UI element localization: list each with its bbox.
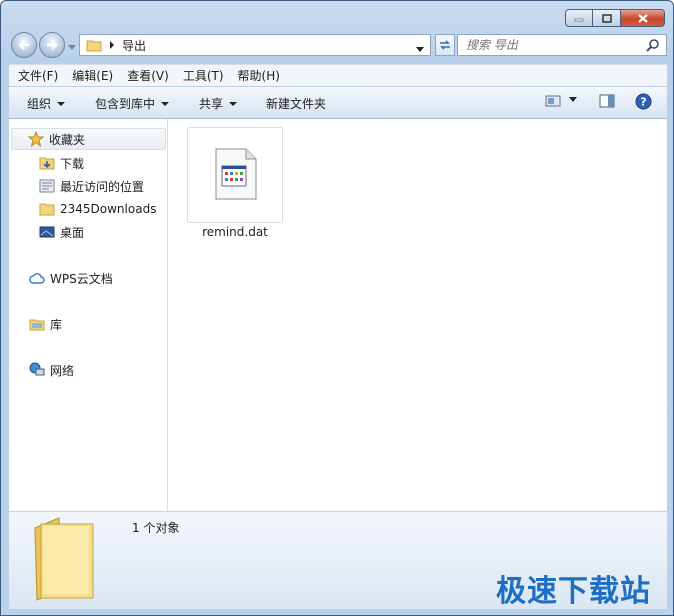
nav-network-label: 网络 — [50, 363, 75, 378]
navigation-pane: 收藏夹 下载 最近访问的位置 2345Downloads 桌面 WPS云文档 库… — [9, 119, 168, 511]
recent-pages-dropdown[interactable] — [68, 40, 76, 54]
star-icon — [28, 131, 44, 147]
share-button[interactable]: 共享 — [199, 95, 238, 112]
search-input[interactable] — [466, 38, 646, 52]
network-icon — [29, 362, 45, 376]
help-button[interactable]: ? — [635, 93, 652, 110]
preview-pane-button[interactable] — [599, 94, 615, 108]
nav-network[interactable]: 网络 — [29, 359, 74, 381]
nav-libraries[interactable]: 库 — [29, 313, 62, 335]
new-folder-label: 新建文件夹 — [266, 97, 327, 111]
address-segment[interactable]: 导出 — [122, 37, 146, 54]
menu-help[interactable]: 帮助(H) — [229, 67, 285, 84]
menu-edit[interactable]: 编辑(E) — [63, 67, 118, 84]
desktop-icon — [39, 226, 55, 238]
nav-favorites-label: 收藏夹 — [49, 132, 86, 147]
search-icon[interactable] — [646, 38, 660, 55]
download-folder-icon — [39, 157, 55, 170]
explorer-window: 导出 文件(F) 编辑(E) 查看(V) 工具(T) 帮助(H) 组织 包含到库… — [0, 0, 674, 616]
new-folder-button[interactable]: 新建文件夹 — [266, 95, 326, 112]
refresh-button[interactable] — [435, 34, 455, 56]
caption-buttons — [565, 9, 665, 27]
content-area: 收藏夹 下载 最近访问的位置 2345Downloads 桌面 WPS云文档 库… — [9, 119, 667, 511]
change-view-button[interactable] — [545, 94, 561, 108]
view-options-dropdown[interactable] — [569, 97, 577, 103]
include-in-library-button[interactable]: 包含到库中 — [95, 95, 170, 112]
nav-recent-label: 最近访问的位置 — [60, 179, 145, 194]
share-label: 共享 — [199, 97, 224, 111]
file-list: remind.dat — [169, 119, 667, 511]
organize-label: 组织 — [27, 97, 52, 111]
chevron-down-icon — [569, 97, 577, 102]
chevron-down-icon — [57, 101, 66, 106]
include-library-label: 包含到库中 — [95, 97, 156, 111]
chevron-down-icon — [416, 47, 424, 52]
file-name[interactable]: remind.dat — [187, 225, 283, 239]
svg-text:?: ? — [640, 96, 646, 109]
search-box[interactable] — [457, 34, 667, 56]
nav-2345downloads[interactable]: 2345Downloads — [39, 198, 156, 220]
address-bar[interactable]: 导出 — [79, 34, 431, 56]
close-button[interactable] — [621, 9, 665, 27]
back-button[interactable] — [11, 32, 37, 58]
menu-view[interactable]: 查看(V) — [118, 67, 174, 84]
command-bar: 组织 包含到库中 共享 新建文件夹 ? — [9, 87, 667, 119]
cloud-icon — [29, 273, 45, 284]
menu-tools[interactable]: 工具(T) — [174, 67, 229, 84]
folder-icon — [86, 40, 102, 52]
nav-downloads[interactable]: 下载 — [39, 152, 84, 174]
nav-2345downloads-label: 2345Downloads — [60, 202, 157, 216]
nav-downloads-label: 下载 — [60, 156, 85, 171]
dat-file-icon — [215, 148, 257, 200]
chevron-down-icon — [68, 45, 76, 50]
forward-button[interactable] — [39, 32, 65, 58]
nav-recent-places[interactable]: 最近访问的位置 — [39, 175, 144, 197]
nav-wps-cloud[interactable]: WPS云文档 — [29, 267, 113, 289]
nav-wps-label: WPS云文档 — [50, 271, 113, 286]
recent-places-icon — [39, 179, 55, 193]
close-icon — [637, 13, 648, 23]
nav-libraries-label: 库 — [50, 317, 63, 332]
details-pane: 1 个对象 极速下载站 — [9, 511, 667, 609]
maximize-button[interactable] — [593, 9, 621, 27]
address-history-dropdown[interactable] — [416, 42, 424, 56]
help-icon: ? — [635, 93, 652, 110]
nav-desktop[interactable]: 桌面 — [39, 221, 84, 243]
menu-file[interactable]: 文件(F) — [9, 67, 63, 84]
item-count: 1 个对象 — [132, 521, 180, 535]
back-arrow-icon — [18, 40, 29, 50]
minimize-button[interactable] — [565, 9, 593, 27]
forward-arrow-icon — [47, 40, 58, 50]
refresh-icon — [440, 40, 450, 50]
minimize-icon — [574, 18, 584, 22]
nav-favorites[interactable]: 收藏夹 — [11, 128, 166, 150]
organize-button[interactable]: 组织 — [27, 95, 66, 112]
file-item[interactable] — [187, 127, 283, 223]
folder-icon — [34, 517, 94, 601]
chevron-down-icon — [161, 101, 170, 106]
menu-bar: 文件(F) 编辑(E) 查看(V) 工具(T) 帮助(H) — [9, 64, 667, 86]
watermark: 极速下载站 — [496, 574, 651, 609]
nav-desktop-label: 桌面 — [60, 225, 85, 240]
address-row: 导出 — [11, 31, 667, 59]
view-icon — [545, 95, 561, 107]
chevron-right-icon — [110, 41, 114, 49]
maximize-icon — [601, 13, 612, 23]
chevron-down-icon — [229, 101, 238, 106]
preview-pane-icon — [599, 94, 615, 108]
library-icon — [29, 319, 45, 331]
folder-icon — [39, 203, 55, 216]
